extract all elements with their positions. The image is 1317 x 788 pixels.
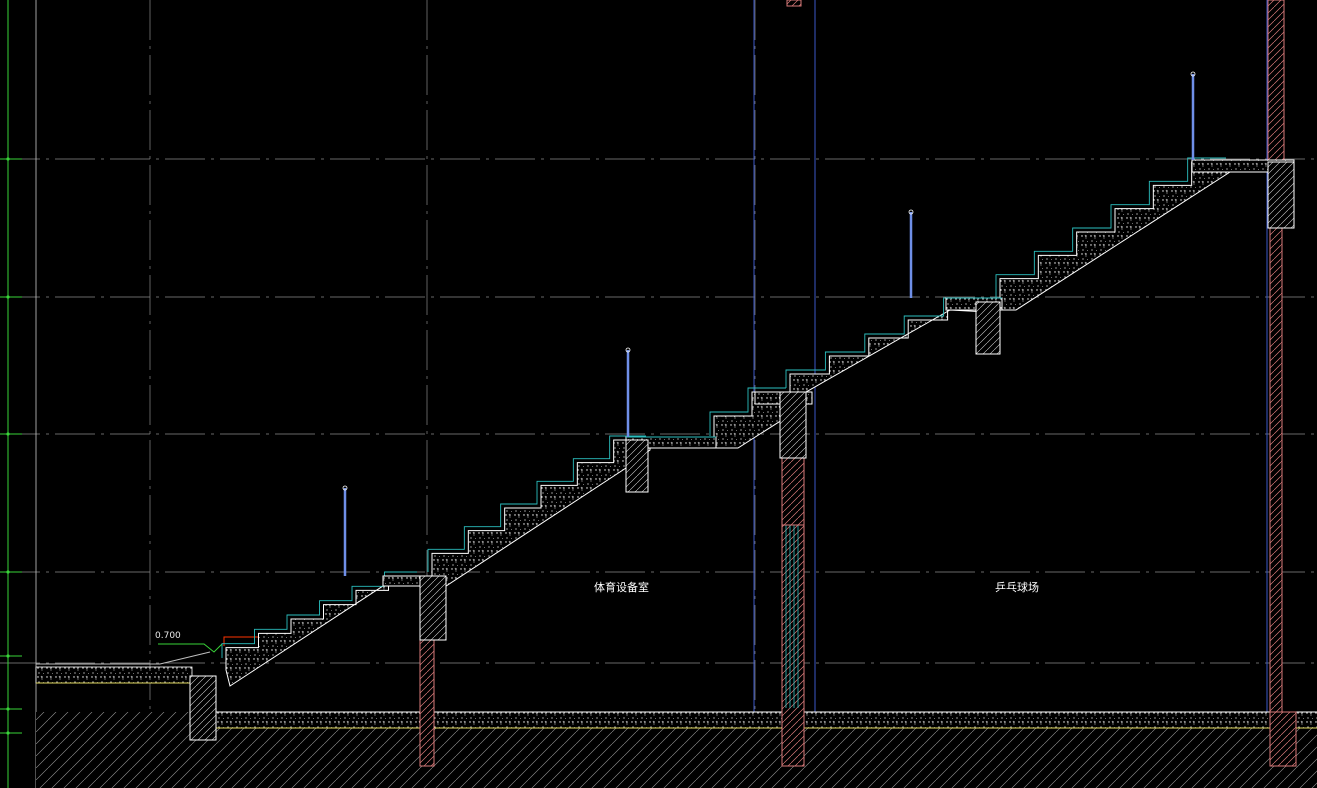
structural-column	[1269, 711, 1297, 767]
level-axis-node	[6, 654, 10, 658]
axis-layer	[0, 0, 22, 788]
landing-beam	[419, 575, 447, 641]
landing-beam	[779, 391, 807, 459]
stair-flight	[431, 439, 651, 591]
landing-beam	[975, 301, 1001, 355]
level-axis-node	[6, 731, 10, 735]
level-axis-node	[6, 157, 10, 161]
level-axis-node	[6, 432, 10, 436]
entrance-slab	[35, 666, 193, 684]
cad-drawing-viewport[interactable]: 0.700 体育设备室 乒乓球场	[0, 0, 1317, 788]
landing-beam	[625, 439, 649, 493]
grid-layer	[0, 0, 1317, 788]
level-marker-symbol	[158, 643, 223, 653]
structural-column	[419, 639, 435, 767]
structural-column	[781, 457, 805, 767]
room-label-sports-equipment: 体育设备室	[594, 581, 649, 594]
stair-layer	[189, 157, 1295, 741]
stair-flight	[789, 301, 988, 401]
landing-beam	[189, 675, 217, 741]
ground-slab	[216, 712, 1317, 728]
level-elevation-label: 0.700	[155, 631, 181, 641]
structural-column	[1267, 0, 1285, 161]
entrance-ramp-line	[159, 651, 211, 665]
landing-beam	[1267, 161, 1295, 229]
structural-column	[1269, 227, 1283, 713]
guardrail-layer	[342, 71, 1196, 576]
stair-section-drawing	[0, 0, 1317, 788]
columns-layer	[419, 0, 1297, 767]
room-label-table-tennis: 乒乓球场	[995, 581, 1039, 594]
stair-flight	[225, 575, 422, 687]
structural-column	[786, 0, 802, 7]
level-axis-node	[6, 707, 10, 711]
level-axis-node	[6, 295, 10, 299]
stair-flight	[999, 161, 1231, 311]
level-axis-node	[6, 570, 10, 574]
